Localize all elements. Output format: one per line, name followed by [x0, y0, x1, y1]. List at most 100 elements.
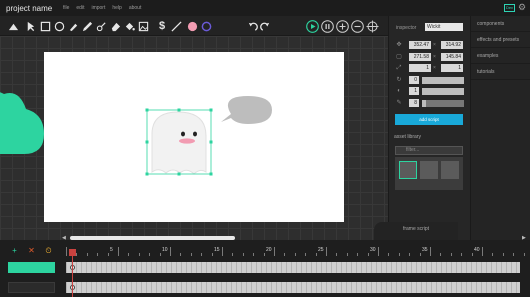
brush-icon[interactable]	[67, 20, 79, 32]
onion-skin-icon[interactable]: ⏲	[44, 246, 53, 255]
asset-tile[interactable]	[399, 161, 417, 179]
ruler-tick	[502, 253, 504, 256]
pause-icon[interactable]	[321, 20, 334, 33]
asset-filter-input[interactable]: filter...	[395, 146, 463, 155]
ruler-tick	[170, 247, 171, 256]
ellipse-icon[interactable]	[53, 20, 65, 32]
ruler-tick	[97, 253, 99, 256]
scale-row: ⤢ 1 × 1	[395, 64, 467, 73]
play-icon[interactable]	[306, 20, 319, 33]
undo-icon[interactable]	[246, 20, 258, 32]
ruler-tick	[76, 253, 78, 256]
position-x-field[interactable]: 352.47	[409, 41, 431, 49]
inspector-title: inspector	[396, 25, 417, 31]
ruler-tick	[159, 253, 161, 256]
add-script-button[interactable]: add script	[395, 114, 463, 125]
frame-field[interactable]: 8	[409, 99, 419, 107]
line-icon[interactable]	[170, 20, 182, 32]
gear-icon[interactable]: ⚙	[518, 3, 527, 12]
frame-slider[interactable]	[422, 100, 464, 107]
ruler-tick	[242, 253, 244, 256]
height-field[interactable]: 145.84	[441, 53, 463, 61]
add-icon[interactable]	[336, 20, 349, 33]
ruler-tick	[492, 253, 494, 256]
asset-tile[interactable]	[441, 161, 459, 179]
bucket-icon[interactable]	[123, 20, 135, 32]
ruler-tick	[419, 253, 421, 256]
tab-components[interactable]: components	[471, 16, 530, 32]
layer-2-frames[interactable]	[66, 282, 520, 293]
rectangle-icon[interactable]	[39, 20, 51, 32]
size-separator: ×	[433, 54, 436, 60]
asset-tile[interactable]	[420, 161, 438, 179]
ruler-tick	[471, 253, 473, 256]
eraser-icon[interactable]	[109, 20, 121, 32]
dollar-icon[interactable]: $	[156, 20, 168, 32]
scale-y-field[interactable]: 1	[441, 64, 463, 72]
width-field[interactable]: 271.58	[409, 53, 431, 61]
menu-import[interactable]: import	[91, 5, 105, 11]
delete-layer-icon[interactable]: ✕	[27, 246, 36, 255]
menu-help[interactable]: help	[112, 5, 121, 11]
ruler-tick	[336, 253, 338, 256]
select-icon[interactable]	[7, 20, 19, 32]
image-icon[interactable]	[137, 20, 149, 32]
menu-edit[interactable]: edit	[76, 5, 84, 11]
opacity-slider[interactable]	[422, 88, 464, 95]
pencil-icon[interactable]	[81, 20, 93, 32]
dev-badge[interactable]: Dev	[504, 4, 515, 12]
ruler-tick	[378, 247, 379, 256]
redo-icon[interactable]	[259, 20, 271, 32]
scale-separator: ×	[433, 65, 436, 71]
tab-effects-and-presets[interactable]: effects and presets	[471, 32, 530, 48]
ruler-tick	[149, 253, 151, 256]
playhead[interactable]	[69, 249, 76, 256]
scroll-right-icon[interactable]: ▶	[522, 235, 526, 241]
opacity-slider-fill	[422, 88, 464, 95]
menu-about[interactable]: about	[129, 5, 142, 11]
ruler-tick	[253, 253, 255, 256]
stroke-color-icon[interactable]	[200, 20, 212, 32]
rotation-field[interactable]: 0	[409, 76, 419, 84]
ruler-tick	[357, 253, 359, 256]
opacity-icon: ◐	[397, 88, 401, 94]
ruler-tick	[211, 253, 213, 256]
ruler-tick	[128, 253, 130, 256]
timeline-scrollbar[interactable]	[70, 236, 235, 240]
project-name[interactable]: project name	[6, 4, 56, 13]
crosshair-icon[interactable]	[366, 20, 379, 33]
ghost-character	[151, 111, 207, 175]
tab-examples[interactable]: examples	[471, 48, 530, 64]
path-icon[interactable]	[95, 20, 107, 32]
remove-icon[interactable]	[351, 20, 364, 33]
ruler-tick	[138, 253, 140, 256]
layer-1[interactable]	[8, 262, 55, 273]
size-row: ▢ 271.58 × 145.84	[395, 53, 467, 62]
layer-1-frames[interactable]	[66, 262, 520, 273]
stage[interactable]	[44, 52, 344, 222]
opacity-field[interactable]: 1	[409, 87, 419, 95]
cursor-icon[interactable]	[24, 20, 36, 32]
menu-bar: project name file edit import help about…	[0, 0, 530, 16]
ruler-tick	[430, 247, 431, 256]
speech-bubble	[221, 96, 272, 124]
fill-color-icon[interactable]	[186, 20, 198, 32]
ruler-tick	[440, 253, 442, 256]
size-icon: ▢	[396, 54, 402, 60]
layer-2[interactable]	[8, 282, 55, 293]
frame-script-tab[interactable]: frame script	[374, 222, 458, 240]
rotation-slider[interactable]	[422, 77, 464, 84]
ruler-tick	[222, 247, 223, 256]
ruler-tick	[66, 247, 67, 256]
tab-tutorials[interactable]: tutorials	[471, 64, 530, 80]
object-type-select[interactable]: Wickit	[425, 23, 463, 31]
ruler-tick	[118, 247, 119, 256]
scale-x-field[interactable]: 1	[409, 64, 431, 72]
scroll-left-icon[interactable]: ◀	[62, 235, 66, 241]
ruler-tick	[284, 253, 286, 256]
ruler-ticks	[66, 246, 525, 256]
add-layer-icon[interactable]: +	[10, 246, 19, 255]
decorative-blob-teal	[0, 92, 44, 154]
menu-file[interactable]: file	[63, 5, 69, 11]
position-y-field[interactable]: 314.92	[441, 41, 463, 49]
